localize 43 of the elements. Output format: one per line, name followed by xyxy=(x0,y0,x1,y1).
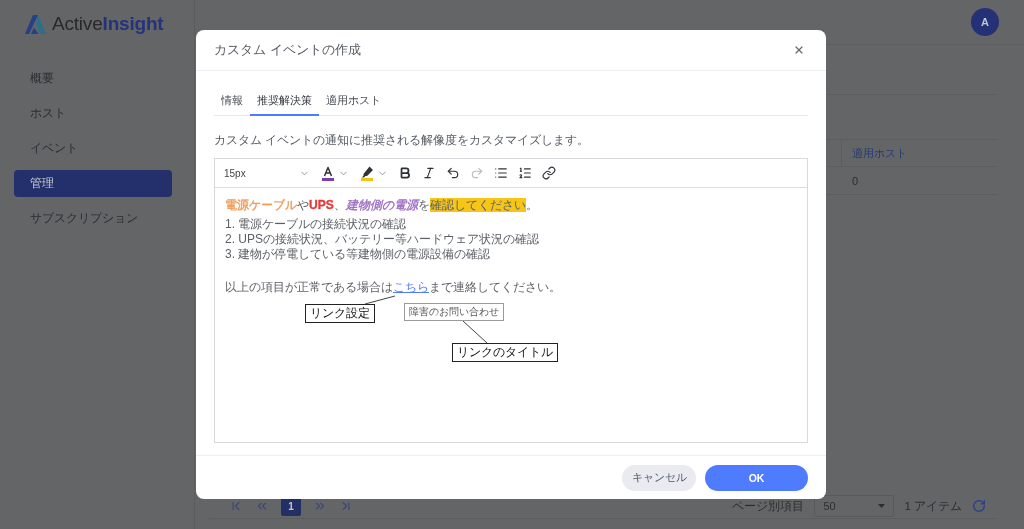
close-button[interactable] xyxy=(793,44,805,56)
italic-icon xyxy=(422,166,436,180)
undo-button[interactable] xyxy=(446,166,460,180)
description: カスタム イベントの通知に推奨される解像度をカスタマイズします。 xyxy=(214,134,591,147)
dialog-title: カスタム イベントの作成 xyxy=(214,41,361,59)
italic-button[interactable] xyxy=(422,166,436,180)
list-item: 1. 電源ケーブルの接続状況の確認 xyxy=(225,217,408,232)
bold-button[interactable] xyxy=(398,166,412,180)
callout-label: リンクのタイトル xyxy=(452,343,558,362)
highlight-button[interactable] xyxy=(359,165,388,181)
link[interactable]: こちら xyxy=(393,280,429,294)
editor-paragraph: 電源ケーブルやUPS、建物側の電源を確認してください。 xyxy=(225,197,539,213)
undo-icon xyxy=(446,166,460,180)
editor-paragraph: 以上の項目が正常である場合はこちら まで連絡してください。 xyxy=(225,279,562,295)
numbered-list-icon xyxy=(518,166,532,180)
tab[interactable]: 情報 xyxy=(214,88,250,116)
leader-line xyxy=(364,295,396,305)
redo-icon xyxy=(470,166,484,180)
bold-icon xyxy=(398,166,412,180)
link-icon xyxy=(542,166,556,180)
tab[interactable]: 推奨解決策 xyxy=(250,88,319,116)
highlighter-icon xyxy=(359,165,375,181)
leader-line xyxy=(462,320,488,344)
cancel-button[interactable]: キャンセル xyxy=(622,464,696,491)
bullet-list-button[interactable] xyxy=(494,166,508,180)
callout-label: リンク設定 xyxy=(305,304,375,323)
font-color-button[interactable] xyxy=(320,165,349,181)
link-button[interactable] xyxy=(542,166,556,180)
ok-button[interactable]: OK xyxy=(705,464,808,491)
tab[interactable]: 適用ホスト xyxy=(319,88,388,116)
sidebar-item[interactable]: 管理 xyxy=(14,170,172,197)
bullet-list-icon xyxy=(494,166,508,180)
logo-text: ActiveInsight xyxy=(52,13,164,35)
close-icon xyxy=(793,44,805,56)
logo-icon xyxy=(25,14,46,34)
list-item: 2. UPSの接続状況、バッテリー等ハードウェア状況の確認 xyxy=(225,232,541,247)
font-color-icon xyxy=(320,165,336,181)
avatar[interactable]: A xyxy=(971,8,999,36)
list-item: 3. 建物が停電している等建物側の電源設備の確認 xyxy=(225,247,492,262)
font-size-select[interactable]: 15px xyxy=(224,167,310,179)
link-title-tooltip: 障害のお問い合わせ xyxy=(404,303,504,321)
caret-icon xyxy=(878,504,886,508)
numbered-list-button[interactable] xyxy=(518,166,532,180)
